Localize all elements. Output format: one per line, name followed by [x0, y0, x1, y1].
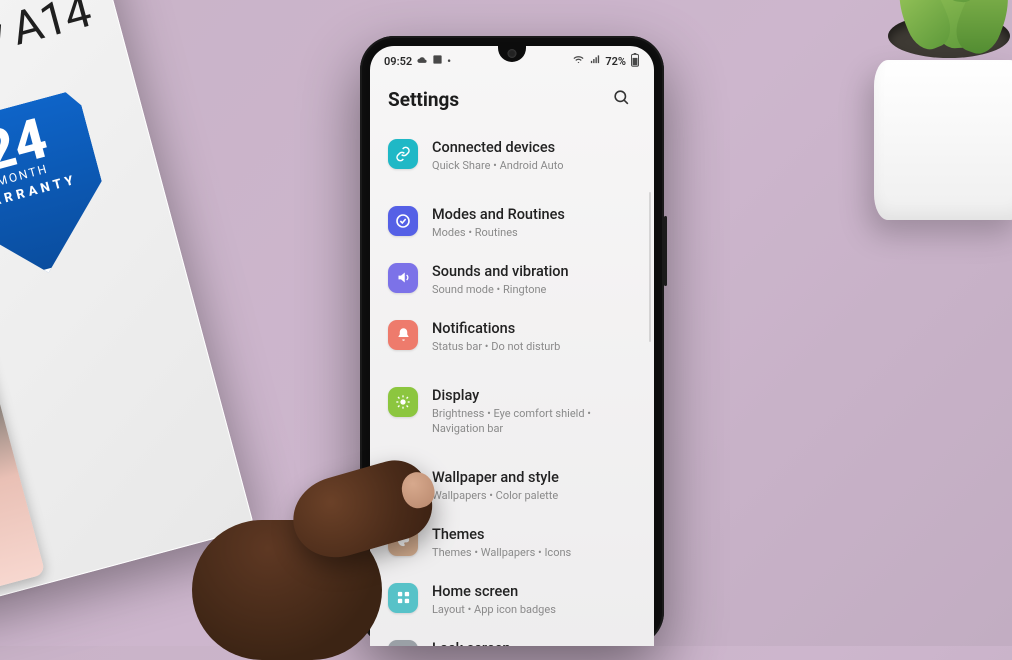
settings-item-title: Connected devices [432, 139, 636, 157]
warranty-badge: 24 MONTH WARRANTY FOR AFRICA [0, 89, 121, 292]
product-model-text: xy A14 [0, 0, 96, 70]
bell-icon [388, 320, 418, 350]
scroll-indicator [649, 192, 651, 342]
settings-item-connected-devices[interactable]: Connected devices Quick Share • Android A… [384, 128, 640, 185]
settings-item-title: Wallpaper and style [432, 469, 636, 487]
settings-item-display[interactable]: Display Brightness • Eye comfort shield •… [384, 376, 640, 448]
warranty-region: FOR AFRICA [14, 260, 86, 294]
settings-item-title: Notifications [432, 320, 636, 338]
settings-item-title: Lock screen [432, 640, 636, 646]
settings-item-modes-and-routines[interactable]: Modes and Routines Modes • Routines [384, 195, 640, 252]
search-icon [612, 88, 631, 110]
dot-icon: • [447, 55, 451, 68]
settings-item-subtitle: Themes • Wallpapers • Icons [432, 546, 636, 561]
battery-icon [630, 53, 640, 70]
settings-list[interactable]: Connected devices Quick Share • Android A… [370, 128, 654, 646]
phone-frame: 09:52 • 72% [360, 36, 664, 646]
settings-item-subtitle: Wallpapers • Color palette [432, 489, 636, 504]
phone-screen[interactable]: 09:52 • 72% [370, 46, 654, 646]
settings-item-subtitle: Layout • App icon badges [432, 603, 636, 618]
settings-item-home-screen[interactable]: Home screen Layout • App icon badges [384, 572, 640, 629]
sound-icon [388, 263, 418, 293]
settings-item-subtitle: Modes • Routines [432, 226, 636, 241]
product-box: xy A14 24 MONTH WARRANTY FOR AFRICA [0, 0, 255, 611]
grid-icon [388, 583, 418, 613]
gallery-icon [432, 54, 443, 68]
signal-icon [589, 54, 601, 68]
product-render-strip [0, 313, 45, 590]
wifi-icon [572, 54, 585, 68]
settings-item-wallpaper-and-style[interactable]: Wallpaper and style Wallpapers • Color pa… [384, 458, 640, 515]
settings-item-subtitle: Quick Share • Android Auto [432, 159, 636, 174]
search-button[interactable] [606, 84, 636, 114]
settings-item-subtitle: Brightness • Eye comfort shield • Naviga… [432, 407, 636, 437]
settings-item-title: Modes and Routines [432, 206, 636, 224]
settings-item-lock-screen[interactable]: Lock screen [384, 629, 640, 646]
settings-item-subtitle: Status bar • Do not disturb [432, 340, 636, 355]
settings-item-title: Themes [432, 526, 636, 544]
link-icon [388, 139, 418, 169]
status-time: 09:52 [384, 55, 412, 68]
page-title: Settings [388, 88, 459, 111]
palette-icon [388, 526, 418, 556]
image-icon [388, 469, 418, 499]
settings-item-sounds-and-vibration[interactable]: Sounds and vibration Sound mode • Rington… [384, 252, 640, 309]
plant-decoration [846, 0, 1012, 220]
power-button-physical [664, 216, 667, 286]
settings-item-themes[interactable]: Themes Themes • Wallpapers • Icons [384, 515, 640, 572]
sun-icon [388, 387, 418, 417]
settings-item-title: Sounds and vibration [432, 263, 636, 281]
check-icon [388, 206, 418, 236]
settings-item-title: Display [432, 387, 636, 405]
settings-item-notifications[interactable]: Notifications Status bar • Do not disturb [384, 309, 640, 366]
settings-header: Settings [370, 76, 654, 128]
cloud-icon [416, 55, 428, 68]
settings-item-subtitle: Sound mode • Ringtone [432, 283, 636, 298]
lock-icon [388, 640, 418, 646]
settings-item-title: Home screen [432, 583, 636, 601]
battery-text: 72% [605, 55, 626, 68]
